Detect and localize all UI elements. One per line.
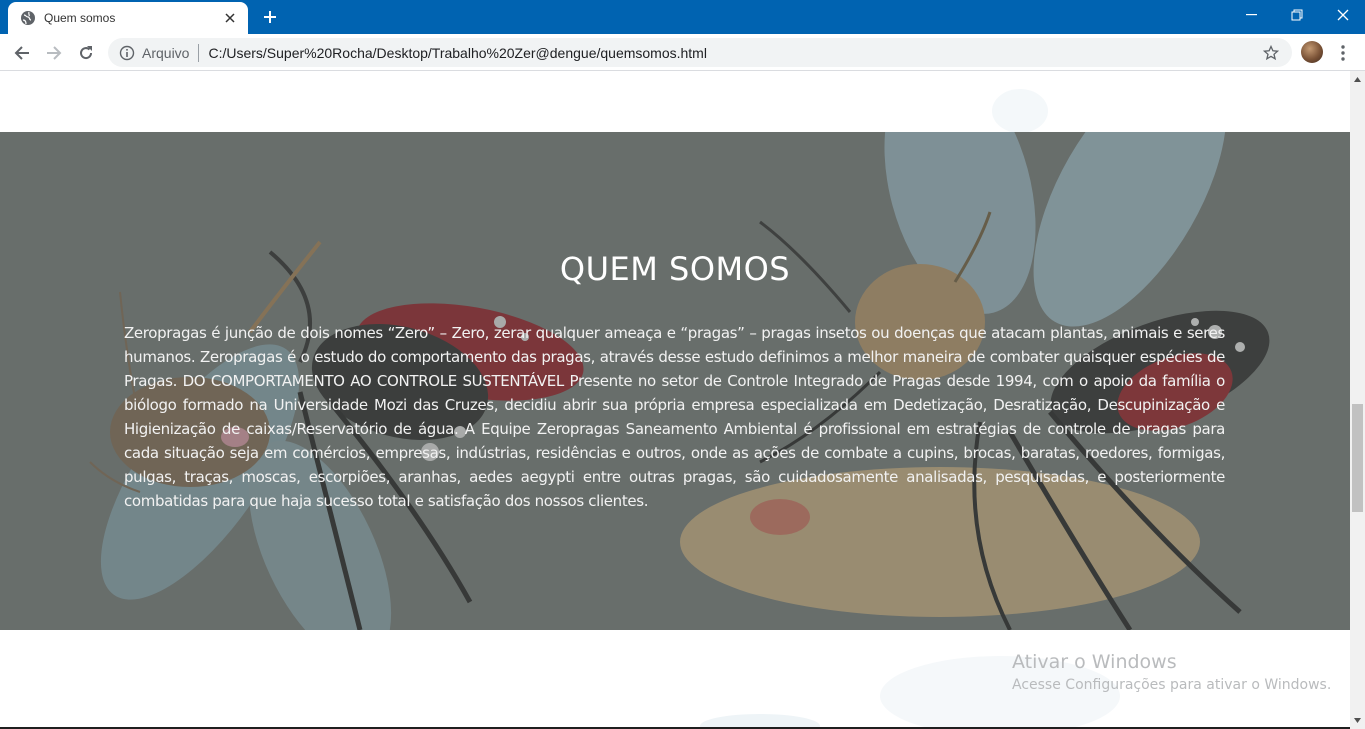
tab-title: Quem somos [44, 11, 116, 25]
browser-toolbar: Arquivo C:/Users/Super%20Rocha/Desktop/T… [0, 34, 1365, 71]
arrow-right-icon[interactable] [42, 41, 66, 65]
globe-icon [20, 10, 36, 26]
star-icon[interactable] [1262, 44, 1280, 62]
arrow-left-icon[interactable] [10, 41, 34, 65]
windows-activation-subtitle: Acesse Configurações para ativar o Windo… [1012, 677, 1332, 693]
page-scrollbar[interactable] [1350, 71, 1365, 729]
page-title: QUEM SOMOS [559, 250, 791, 288]
kebab-menu-icon[interactable] [1336, 41, 1350, 65]
address-bar[interactable]: Arquivo C:/Users/Super%20Rocha/Desktop/T… [108, 38, 1292, 67]
page-viewport: QUEM SOMOS Zeropragas é junção de dois n… [0, 71, 1350, 729]
browser-titlebar: Quem somos [0, 0, 1365, 34]
close-tab-icon[interactable] [222, 10, 238, 26]
plus-icon[interactable] [258, 7, 282, 27]
windows-activation-title: Ativar o Windows [1012, 651, 1177, 673]
about-paragraph: Zeropragas é junção de dois nomes “Zero”… [124, 324, 1225, 510]
scheme-label: Arquivo [142, 44, 190, 61]
browser-tab[interactable]: Quem somos [8, 2, 248, 34]
info-icon[interactable] [119, 45, 135, 61]
omnibox-separator [198, 43, 200, 62]
restore-icon[interactable] [1274, 0, 1320, 30]
profile-avatar[interactable] [1301, 41, 1323, 63]
scroll-thumb[interactable] [1352, 404, 1363, 512]
scroll-up-arrow-icon[interactable] [1350, 71, 1365, 88]
url-text[interactable]: C:/Users/Super%20Rocha/Desktop/Trabalho%… [208, 45, 707, 61]
scroll-down-arrow-icon[interactable] [1350, 712, 1365, 729]
reload-icon[interactable] [74, 41, 98, 65]
quem-somos-section: QUEM SOMOS Zeropragas é junção de dois n… [0, 132, 1350, 630]
minimize-icon[interactable] [1228, 0, 1274, 30]
close-window-icon[interactable] [1320, 0, 1365, 30]
